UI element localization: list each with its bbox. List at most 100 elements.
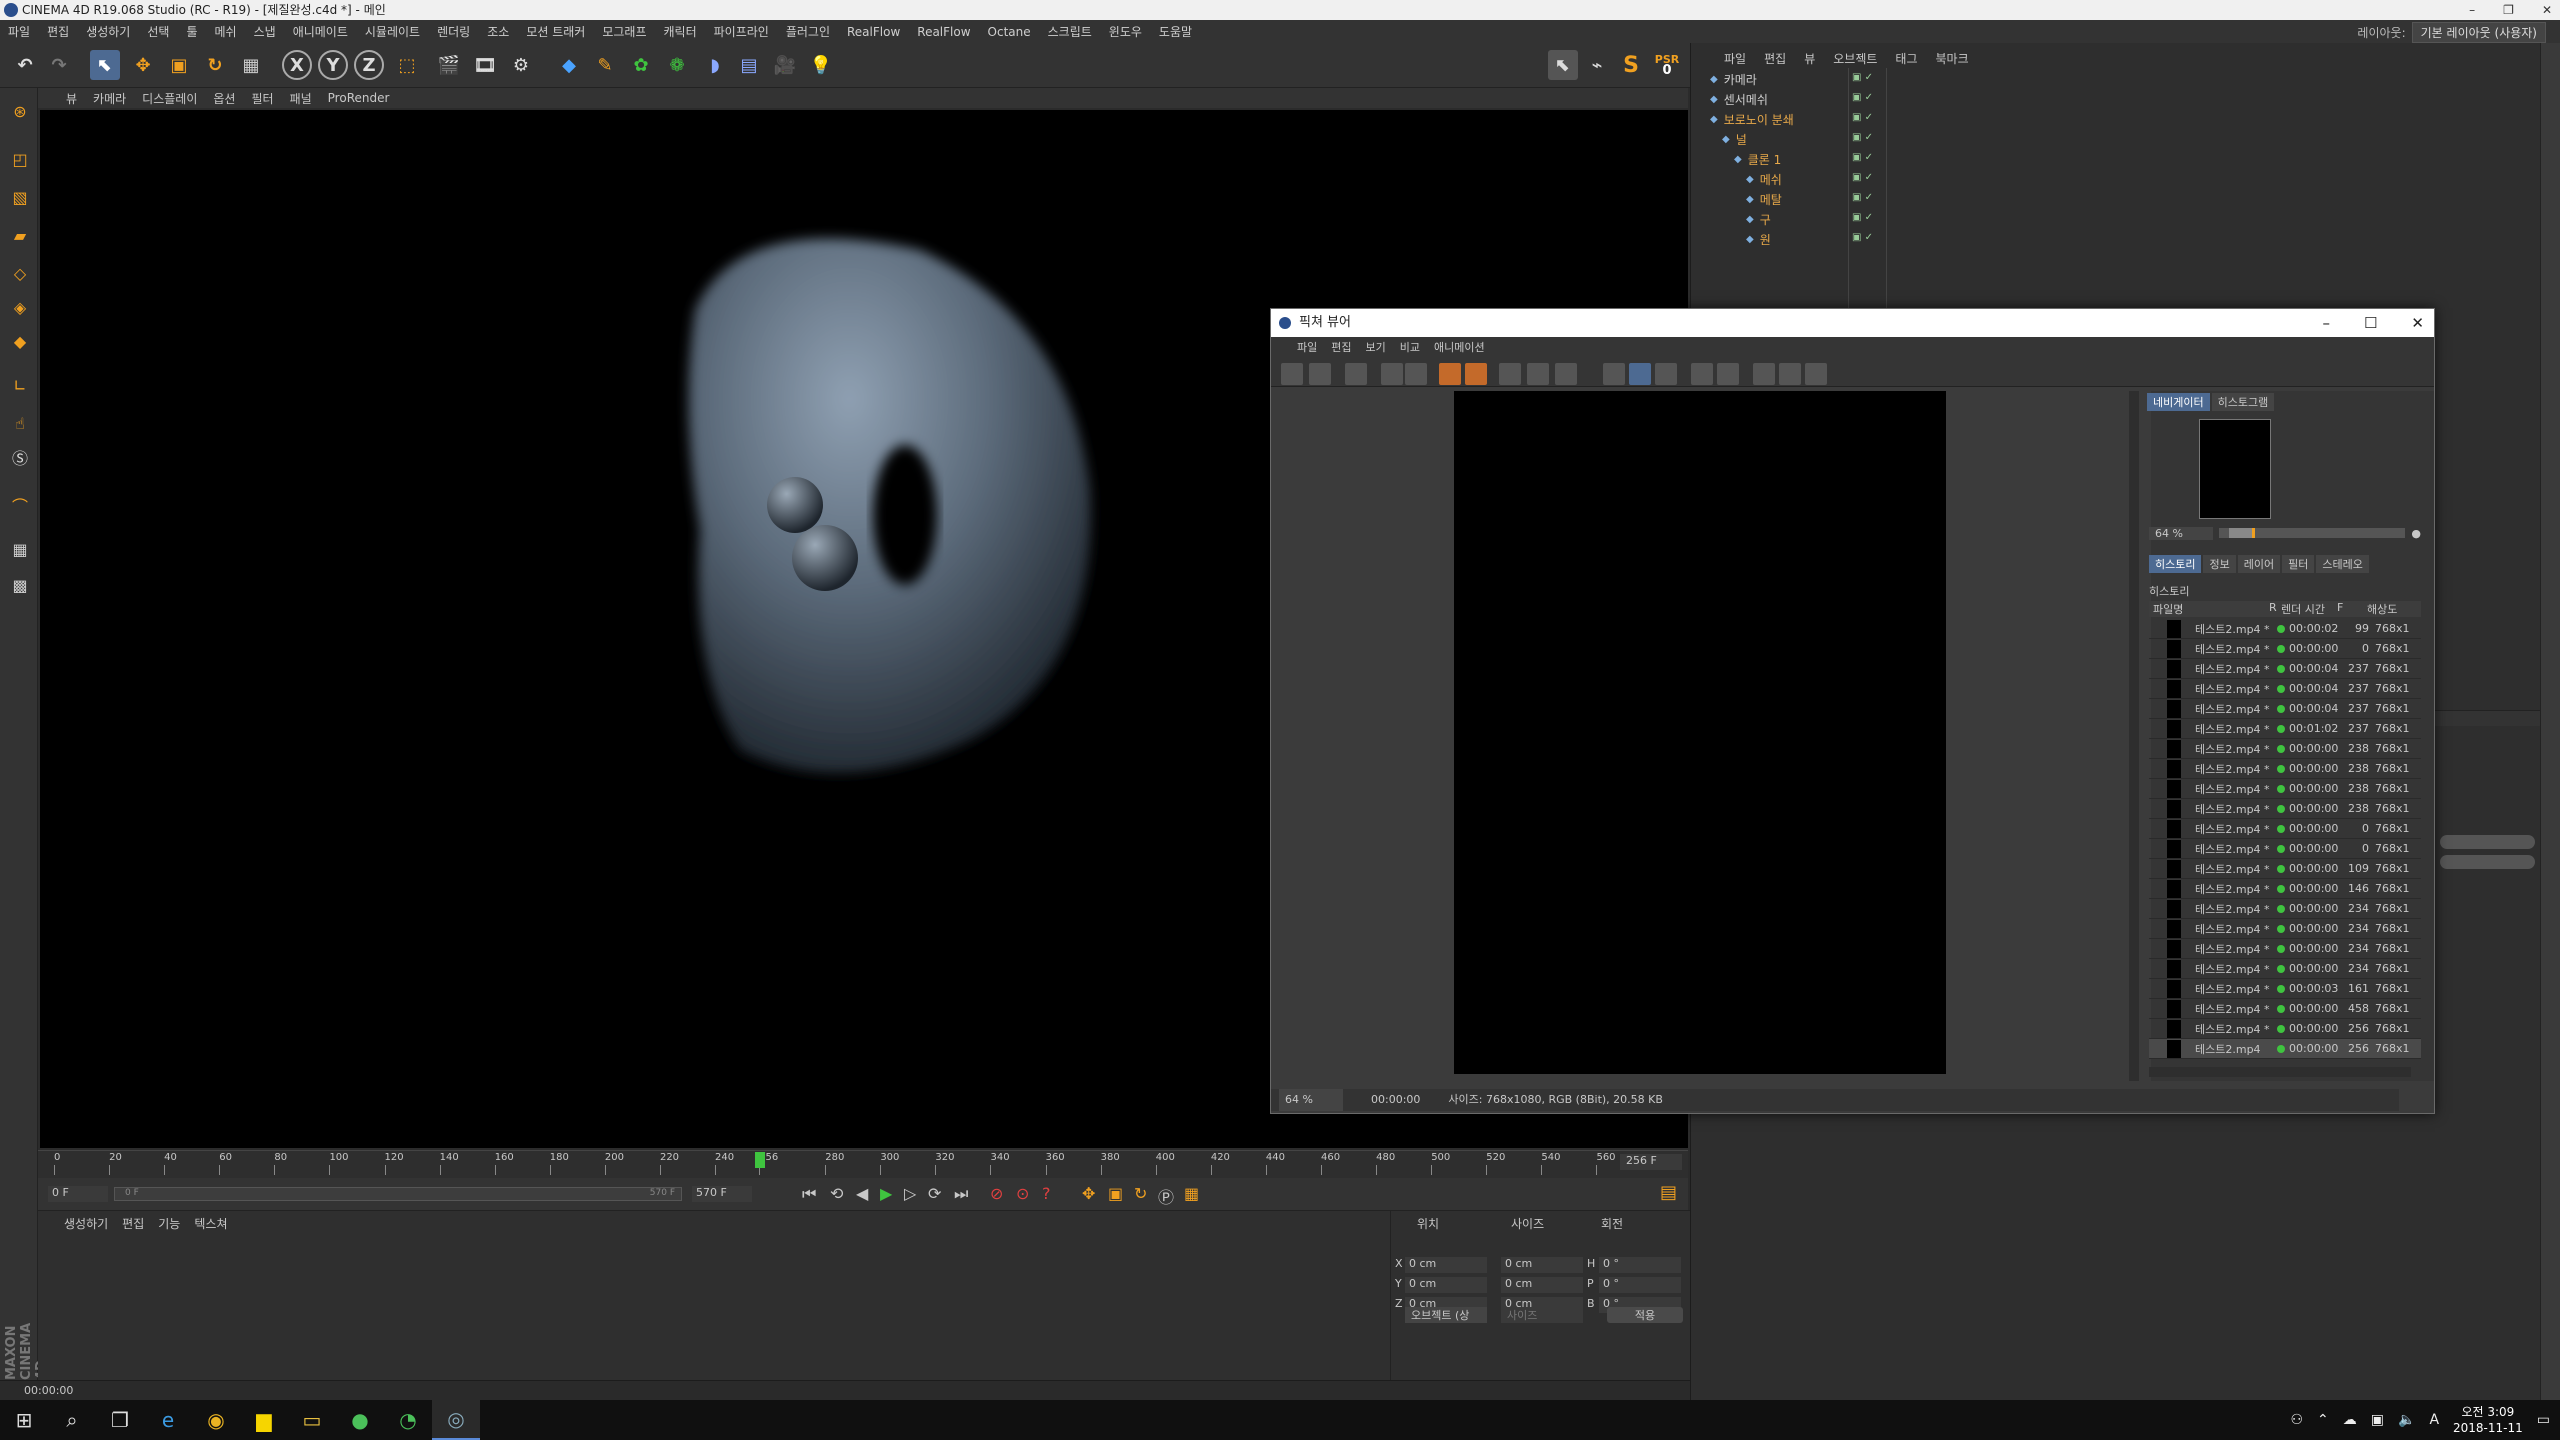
object-visibility-icon[interactable]: ▣ ✓: [1852, 212, 1873, 223]
col-render-time[interactable]: 렌더 시간: [2281, 601, 2337, 617]
goto-start-icon[interactable]: ⏮: [802, 1184, 816, 1204]
floor-icon[interactable]: ▤: [734, 50, 764, 80]
history-row[interactable]: 테스트2.mp4 * 00:00:00 109 768x1: [2149, 859, 2421, 879]
history-row[interactable]: 테스트2.mp4 * 00:00:00 0 768x1: [2149, 839, 2421, 859]
cube-icon[interactable]: ◆: [554, 50, 584, 80]
viewport-menu-item-6[interactable]: ProRender: [328, 91, 390, 105]
camera-icon[interactable]: 🎥: [770, 50, 800, 80]
object-visibility-icon[interactable]: ▣ ✓: [1852, 72, 1873, 83]
scale-icon[interactable]: ▣: [164, 50, 194, 80]
history-row[interactable]: 테스트2.mp4 * 00:00:00 0 768x1: [2149, 819, 2421, 839]
viewport-menu-item-3[interactable]: 옵션: [213, 90, 235, 107]
object-visibility-icon[interactable]: ▣ ✓: [1852, 152, 1873, 163]
pv-ab-icon[interactable]: [1603, 363, 1625, 385]
history-row[interactable]: 테스트2.mp4 * 00:00:00 238 768x1: [2149, 759, 2421, 779]
history-row[interactable]: 테스트2.mp4 * 00:00:00 234 768x1: [2149, 959, 2421, 979]
tab-stereo[interactable]: 스테레오: [2316, 555, 2369, 573]
pv-region-icon[interactable]: [1465, 363, 1487, 385]
tab-layer[interactable]: 레이어: [2237, 555, 2281, 573]
object-row[interactable]: ◆ 보로노이 분쇄: [1700, 110, 1794, 130]
col-resolution[interactable]: 해상도: [2367, 601, 2401, 617]
rotate-icon[interactable]: ↻: [200, 50, 230, 80]
file-explorer-icon[interactable]: ▭: [288, 1400, 336, 1440]
key-pla-icon[interactable]: ▦: [1184, 1184, 1199, 1203]
windows-start-icon[interactable]: ⊞: [0, 1400, 48, 1440]
object-menu-item-1[interactable]: 편집: [1764, 50, 1786, 67]
history-row[interactable]: 테스트2.mp4 * 00:01:02 237 768x1: [2149, 719, 2421, 739]
menu-item-0[interactable]: 파일: [8, 23, 30, 40]
layout-dropdown[interactable]: 기본 레이아웃 (사용자): [2411, 22, 2546, 43]
pv-compare-swap-icon[interactable]: [1555, 363, 1577, 385]
menu-item-8[interactable]: 시뮬레이트: [365, 23, 420, 40]
menu-item-11[interactable]: 모션 트래커: [526, 23, 585, 40]
enable-axis-icon[interactable]: ⬉: [1548, 50, 1578, 80]
history-row[interactable]: 테스트2.mp4 * 00:00:00 146 768x1: [2149, 879, 2421, 899]
array-icon[interactable]: ❁: [662, 50, 692, 80]
z-axis-icon[interactable]: Z: [354, 50, 384, 80]
autokey-icon[interactable]: ⊙: [1016, 1184, 1029, 1203]
object-row[interactable]: ◆ 카메라: [1700, 70, 1757, 90]
coord-position-field[interactable]: 0 cm: [1405, 1257, 1487, 1273]
pv-layout-1-icon[interactable]: [1753, 363, 1775, 385]
history-row[interactable]: 테스트2.mp4 * 00:00:00 238 768x1: [2149, 739, 2421, 759]
tab-history[interactable]: 히스토리: [2149, 555, 2202, 573]
history-row[interactable]: 테스트2.mp4 * 00:00:00 234 768x1: [2149, 919, 2421, 939]
pv-layout-3-icon[interactable]: [1805, 363, 1827, 385]
polygons-mode-icon[interactable]: ◆: [5, 326, 35, 356]
coord-mode-dropdown[interactable]: 오브젝트 (상: [1405, 1307, 1487, 1323]
menu-item-16[interactable]: RealFlow: [847, 25, 900, 39]
timeline-window-icon[interactable]: ▤: [1660, 1182, 1677, 1203]
menu-item-5[interactable]: 메쉬: [215, 23, 237, 40]
menu-item-13[interactable]: 캐릭터: [664, 23, 697, 40]
play-icon[interactable]: ▶: [880, 1184, 892, 1203]
viewport-menu-item-1[interactable]: 카메라: [93, 90, 126, 107]
object-row[interactable]: ◆ 원: [1700, 230, 1771, 250]
menu-item-10[interactable]: 조소: [487, 23, 509, 40]
x-axis-icon[interactable]: X: [282, 50, 312, 80]
network-icon[interactable]: ▣: [2371, 1412, 2384, 1428]
pv-nav-zoom-field[interactable]: 64 %: [2149, 526, 2213, 540]
notification-icon[interactable]: ▭: [2537, 1412, 2550, 1428]
attribute-slider-2[interactable]: [2440, 855, 2535, 869]
viewport-menu-item-4[interactable]: 필터: [251, 90, 273, 107]
select-icon[interactable]: ⬉: [90, 50, 120, 80]
object-visibility-icon[interactable]: ▣ ✓: [1852, 132, 1873, 143]
chrome-icon[interactable]: ◉: [192, 1400, 240, 1440]
pv-zoom-reset-icon[interactable]: ●: [2411, 527, 2421, 540]
pv-grid-icon[interactable]: [1345, 363, 1367, 385]
pen-icon[interactable]: ✎: [590, 50, 620, 80]
coord-system-icon[interactable]: ⬚: [392, 50, 422, 80]
pv-menu-item-1[interactable]: 편집: [1331, 339, 1351, 355]
coord-rotation-field[interactable]: 0 °: [1599, 1257, 1681, 1273]
pv-stop-icon[interactable]: [1439, 363, 1461, 385]
psr-icon[interactable]: PSR 0: [1652, 50, 1682, 80]
redo-icon[interactable]: ↷: [44, 50, 74, 80]
next-key-icon[interactable]: ⟳: [928, 1184, 941, 1203]
history-row[interactable]: 테스트2.mp4 * 00:00:00 238 768x1: [2149, 779, 2421, 799]
prev-frame-icon[interactable]: ◀: [856, 1184, 868, 1203]
viewport-menu-item-5[interactable]: 패널: [290, 90, 312, 107]
history-row[interactable]: 테스트2.mp4 * 00:00:00 0 768x1: [2149, 639, 2421, 659]
tab-filter[interactable]: 필터: [2282, 555, 2315, 573]
object-menu-item-4[interactable]: 태그: [1895, 50, 1917, 67]
tweak-mode-icon[interactable]: ☝: [5, 408, 35, 438]
pv-split-icon[interactable]: [1629, 363, 1651, 385]
col-frame[interactable]: F: [2337, 601, 2367, 617]
tray-expand-icon[interactable]: ⌃: [2317, 1412, 2329, 1428]
history-row[interactable]: 테스트2.mp4 * 00:00:04 237 768x1: [2149, 679, 2421, 699]
input-lang[interactable]: A: [2429, 1412, 2439, 1428]
pv-close-icon[interactable]: ✕: [2411, 309, 2424, 337]
pv-zoom-field[interactable]: 64 %: [1279, 1089, 1343, 1111]
col-filename[interactable]: 파일명: [2149, 601, 2269, 617]
attribute-slider-1[interactable]: [2440, 835, 2535, 849]
cinema4d-icon[interactable]: ◎: [432, 1400, 480, 1440]
edges-mode-icon[interactable]: ◈: [5, 292, 35, 322]
history-row[interactable]: 테스트2.mp4 * 00:00:00 256 768x1: [2149, 1019, 2421, 1039]
frame-range-slider[interactable]: 0 F 570 F: [114, 1187, 682, 1201]
coord-rotation-field[interactable]: 0 °: [1599, 1277, 1681, 1293]
y-axis-icon[interactable]: Y: [318, 50, 348, 80]
start-frame-field[interactable]: 0 F: [48, 1186, 108, 1202]
pv-menu-item-4[interactable]: 애니메이션: [1434, 339, 1485, 355]
tab-info[interactable]: 정보: [2203, 555, 2236, 573]
pv-canvas-scrollbar[interactable]: [2129, 391, 2139, 1081]
